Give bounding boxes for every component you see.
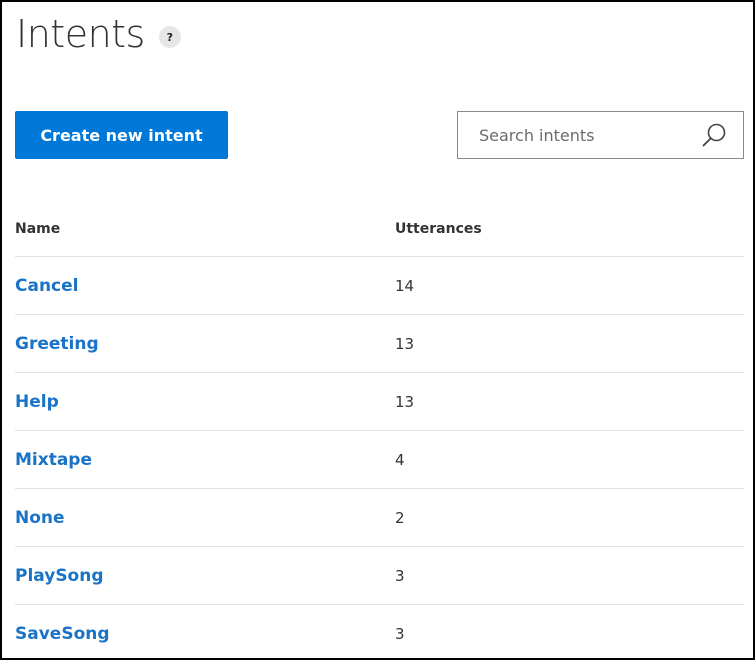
- intents-page: Intents ? Create new intent Name Utteran…: [0, 0, 755, 660]
- utterance-count: 3: [395, 566, 405, 585]
- title-row: Intents ?: [16, 10, 181, 58]
- search-input[interactable]: [458, 112, 699, 158]
- table-row: Greeting 13: [15, 315, 744, 373]
- column-header-name[interactable]: Name: [15, 221, 395, 237]
- utterance-count: 4: [395, 450, 405, 469]
- intent-link-greeting[interactable]: Greeting: [15, 334, 99, 354]
- search-box: [457, 111, 744, 159]
- utterance-count: 3: [395, 624, 405, 643]
- utterance-count: 14: [395, 276, 415, 295]
- intent-link-playsong[interactable]: PlaySong: [15, 566, 104, 586]
- utterance-count: 13: [395, 392, 415, 411]
- table-row: None 2: [15, 489, 744, 547]
- search-icon[interactable]: [699, 120, 729, 150]
- intent-link-help[interactable]: Help: [15, 392, 59, 412]
- intent-link-savesong[interactable]: SaveSong: [15, 624, 110, 644]
- table-row: PlaySong 3: [15, 547, 744, 605]
- intent-link-mixtape[interactable]: Mixtape: [15, 450, 92, 470]
- intent-link-none[interactable]: None: [15, 508, 65, 528]
- utterance-count: 2: [395, 508, 405, 527]
- table-row: Mixtape 4: [15, 431, 744, 489]
- table-row: Help 13: [15, 373, 744, 431]
- create-intent-button[interactable]: Create new intent: [15, 111, 228, 159]
- page-title: Intents: [16, 12, 145, 56]
- table-header: Name Utterances: [15, 202, 744, 257]
- intents-table: Name Utterances Cancel 14 Greeting 13 He…: [15, 202, 744, 662]
- intent-link-cancel[interactable]: Cancel: [15, 276, 78, 296]
- column-header-utterances[interactable]: Utterances: [395, 221, 744, 237]
- table-row: SaveSong 3: [15, 605, 744, 662]
- utterance-count: 13: [395, 334, 415, 353]
- help-icon[interactable]: ?: [158, 26, 181, 48]
- table-row: Cancel 14: [15, 257, 744, 315]
